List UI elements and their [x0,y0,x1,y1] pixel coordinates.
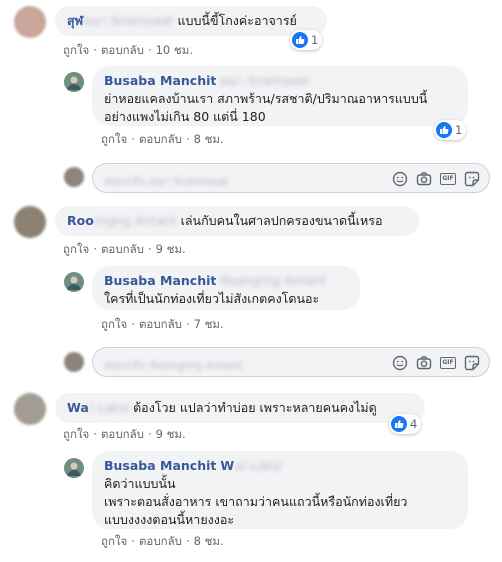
avatar[interactable] [14,6,46,38]
comment-actions: ถูกใจ · ตอบกลับ · 9 ชม. [63,426,186,444]
emoji-icon[interactable] [391,170,409,188]
comment-author-hidden: ผนา Snamsaat [84,13,174,28]
avatar [64,167,84,187]
gif-icon[interactable]: GIF [439,170,457,188]
reply-input-placeholder: ตอบกลับ Roongrng Antant [105,359,243,372]
avatar [64,352,84,372]
timestamp[interactable]: 8 ชม. [194,131,224,149]
reply-author-tail: W [220,458,235,473]
timestamp[interactable]: 9 ชม. [156,241,186,259]
reaction-count: 1 [455,123,463,137]
comment-actions: ถูกใจ · ตอบกลับ · 10 ชม. [63,42,193,60]
reply-link[interactable]: ตอบกลับ [139,131,182,149]
reply-link[interactable]: ตอบกลับ [101,42,144,60]
like-link[interactable]: ถูกใจ [101,316,127,334]
timestamp[interactable]: 7 ชม. [194,316,224,334]
camera-icon[interactable] [415,170,433,188]
comment-author[interactable]: สุฬ [67,13,83,28]
comment-author-hidden: mgng Antant [94,213,177,228]
reaction-badge[interactable]: 1 [290,30,323,50]
reply-author-hidden: ผนา Snamsaat [220,73,310,88]
reply-bubble: Busaba Manchit ผนา Snamsaat ย่าหอยแคลงบ้า… [92,66,468,126]
avatar[interactable] [64,272,84,292]
reply-link[interactable]: ตอบกลับ [139,316,182,334]
reply-text-line: แบบงงงงตอนนี้หายงงอะ [104,512,235,527]
reply-author-hidden: ai Laksi [235,458,283,473]
comment-bubble: Roomgng Antant เล่นกับคนในศาลปกครองขนาดน… [55,206,419,236]
reply-actions: ถูกใจ · ตอบกลับ · 7 ชม. [101,316,224,334]
reply-link[interactable]: ตอบกลับ [101,241,144,259]
timestamp[interactable]: 8 ชม. [194,533,224,551]
reply-text-line: อย่างแพงไม่เกิน 80 แต่นี่ 180 [104,109,266,124]
reply-author-hidden: Roongrng Antant [220,273,327,288]
reply-input[interactable]: ตอบกลับ ผนา Snamsaat GIF [92,163,490,193]
comment-bubble: Wai Laksi ต้องโวย แปลว่าทำบ่อย เพราะหลาย… [55,393,425,423]
reply-text-line: คิดว่าแบบนั้น [104,476,176,491]
comment-author[interactable]: Wa [67,400,89,415]
reply-author[interactable]: Busaba Manchit [104,458,216,473]
like-icon [292,32,308,48]
comment-text: เล่นกับคนในศาลปกครองขนาดนี้เหรอ [180,213,383,228]
comment-text: ต้องโวย แปลว่าทำบ่อย เพราะหลายคนคงไม่ดู [133,400,377,415]
avatar[interactable] [14,206,46,238]
like-link[interactable]: ถูกใจ [63,42,89,60]
like-link[interactable]: ถูกใจ [101,533,127,551]
reply-link[interactable]: ตอบกลับ [139,533,182,551]
like-icon [391,416,407,432]
reaction-badge[interactable]: 1 [434,120,467,140]
reply-author[interactable]: Busaba Manchit [104,73,216,88]
reply-actions: ถูกใจ · ตอบกลับ · 8 ชม. [101,533,224,551]
reaction-count: 4 [410,417,418,431]
reaction-count: 1 [311,33,319,47]
like-icon [436,122,452,138]
like-link[interactable]: ถูกใจ [63,426,89,444]
timestamp[interactable]: 10 ชม. [156,42,193,60]
gif-icon[interactable]: GIF [439,354,457,372]
avatar[interactable] [64,458,84,478]
reply-bubble: Busaba Manchit Wai Laksi คิดว่าแบบนั้น เ… [92,451,468,529]
reply-text-line: เพราะตอนสั่งอาหาร เขาถามว่าคนแถวนี้หรือน… [104,494,408,509]
reply-link[interactable]: ตอบกลับ [101,426,144,444]
camera-icon[interactable] [415,354,433,372]
reaction-badge[interactable]: 4 [389,414,422,434]
like-link[interactable]: ถูกใจ [101,131,127,149]
reply-author[interactable]: Busaba Manchit [104,273,216,288]
like-link[interactable]: ถูกใจ [63,241,89,259]
reply-input[interactable]: ตอบกลับ Roongrng Antant GIF [92,347,490,377]
sticker-icon[interactable] [463,170,481,188]
reply-text-line: ใครที่เป็นนักท่องเที่ยวไม่สังเกตคงโดนอะ [104,291,320,306]
avatar[interactable] [14,393,46,425]
reply-bubble: Busaba Manchit Roongrng Antant ใครที่เป็น… [92,266,360,310]
comment-actions: ถูกใจ · ตอบกลับ · 9 ชม. [63,241,186,259]
comment-bubble: สุฬผนา Snamsaat แบบนี้ขี้โกงค่ะอาจารย์ [55,6,327,36]
comment-text: แบบนี้ขี้โกงค่ะอาจารย์ [177,13,297,28]
reply-input-placeholder: ตอบกลับ ผนา Snamsaat [105,175,229,188]
avatar[interactable] [64,72,84,92]
reply-actions: ถูกใจ · ตอบกลับ · 8 ชม. [101,131,224,149]
emoji-icon[interactable] [391,354,409,372]
timestamp[interactable]: 9 ชม. [156,426,186,444]
reply-text-line: ย่าหอยแคลงบ้านเรา สภาพร้าน/รสชาติ/ปริมาณ… [104,91,428,106]
comment-author-hidden: i Laksi [89,400,130,415]
sticker-icon[interactable] [463,354,481,372]
comment-author[interactable]: Roo [67,213,94,228]
